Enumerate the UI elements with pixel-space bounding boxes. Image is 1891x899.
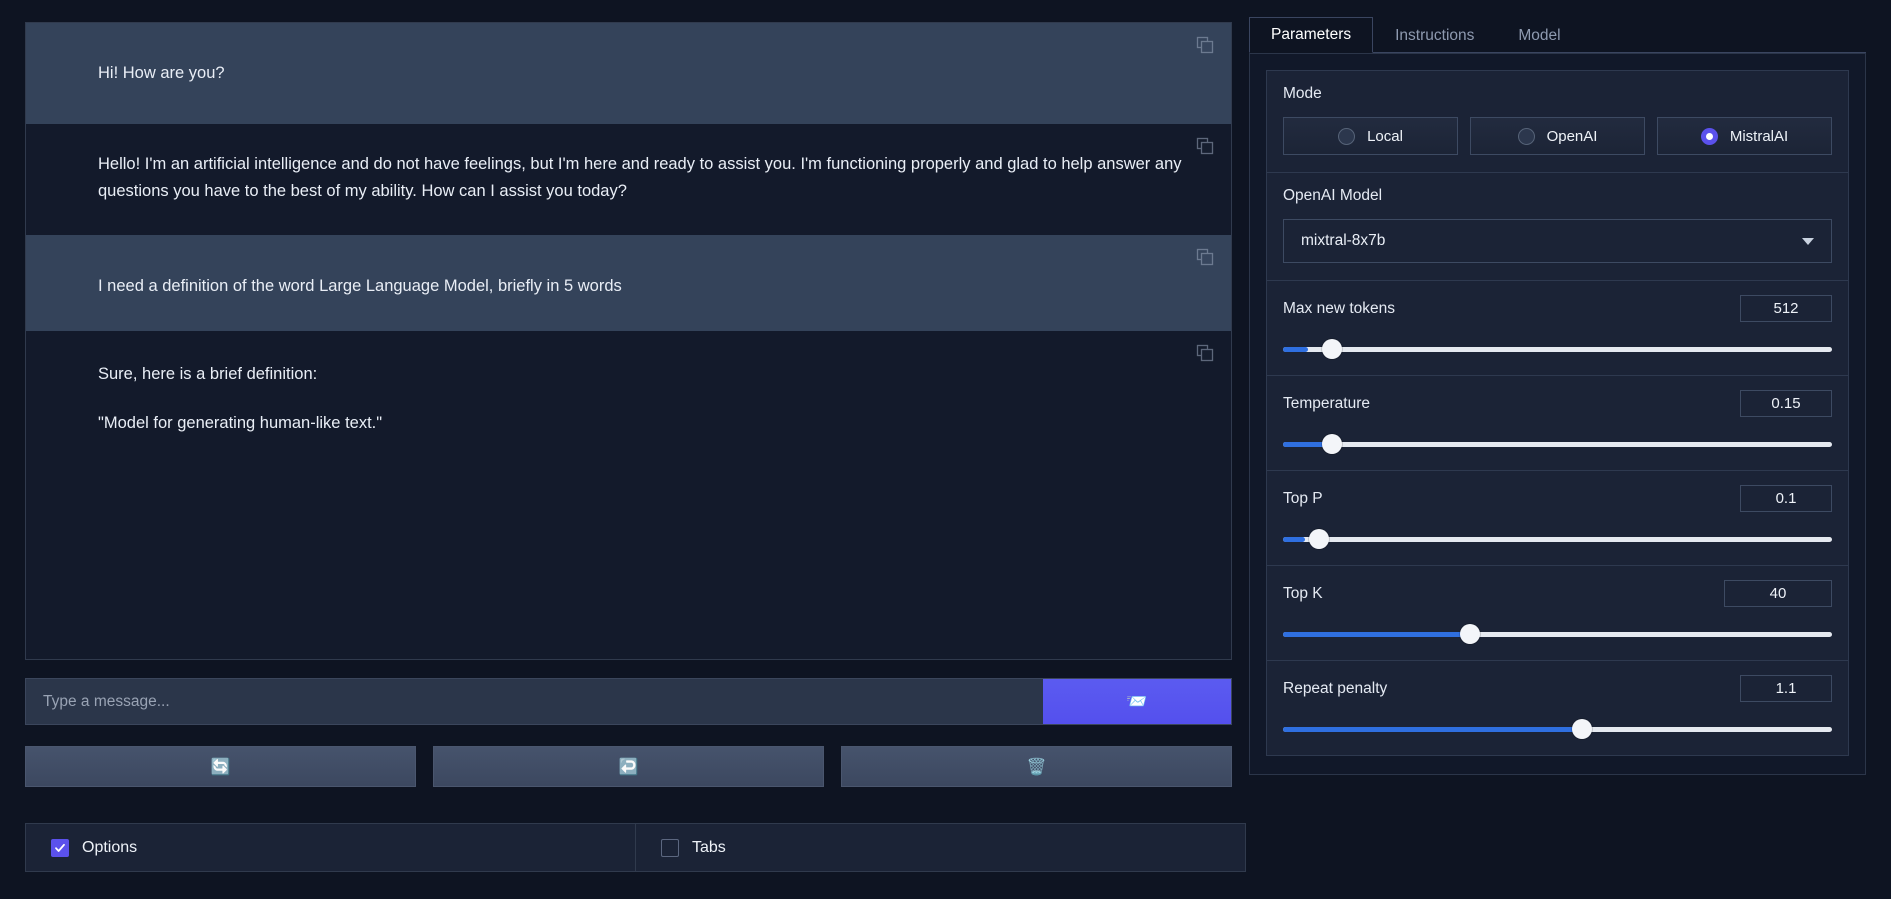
slider-value-input[interactable] [1740, 295, 1832, 322]
settings-tabs: Parameters Instructions Model [1249, 16, 1866, 53]
mode-option-label: OpenAI [1546, 127, 1598, 145]
slider-track[interactable] [1283, 624, 1832, 644]
chat-message-text: I need a definition of the word Large La… [98, 277, 622, 295]
message-input[interactable] [26, 679, 1043, 724]
return-arrow-icon: ↩️ [618, 758, 639, 776]
model-select[interactable]: mixtral-8x7b [1283, 219, 1832, 263]
send-button[interactable]: 📨 [1043, 679, 1231, 724]
slider-handle[interactable] [1308, 529, 1329, 549]
parameters-panel: Mode Local OpenAI MistralAI OpenAI Model… [1249, 53, 1866, 775]
slider-handle[interactable] [1459, 624, 1480, 644]
slider-handle[interactable] [1322, 339, 1343, 359]
options-checkbox[interactable] [51, 838, 69, 857]
chevron-down-icon [1802, 237, 1814, 245]
chat-message-user: Hi! How are you? [26, 23, 1231, 124]
slider-track[interactable] [1283, 529, 1832, 549]
slider-track[interactable] [1283, 719, 1832, 739]
chat-transcript: Hi! How are you? Hello! I'm an artificia… [25, 22, 1232, 660]
radio-icon [1517, 127, 1535, 145]
chat-message-quote: "Model for generating human-like text." [98, 413, 383, 432]
tabs-checkbox-cell[interactable]: Tabs [635, 824, 1245, 871]
undo-button[interactable]: ↩️ [433, 746, 824, 787]
counterclockwise-arrows-icon: 🔄 [210, 758, 231, 776]
settings-column: Parameters Instructions Model Mode Local [1249, 0, 1891, 899]
copy-icon[interactable] [1195, 136, 1215, 156]
slider-label: Max new tokens [1283, 299, 1395, 317]
model-section: OpenAI Model mixtral-8x7b [1267, 172, 1848, 280]
slider-value-input[interactable] [1740, 390, 1832, 417]
slider-track[interactable] [1283, 434, 1832, 454]
slider-label: Top P [1283, 489, 1323, 507]
copy-icon[interactable] [1195, 35, 1215, 55]
chat-message-user: I need a definition of the word Large La… [26, 235, 1231, 331]
slider-temperature: Temperature [1267, 375, 1848, 470]
chat-column: Hi! How are you? Hello! I'm an artificia… [0, 0, 1249, 899]
slider-track[interactable] [1283, 339, 1832, 359]
mode-section: Mode Local OpenAI MistralAI [1267, 71, 1848, 172]
chat-action-row: 🔄 ↩️ 🗑️ [25, 746, 1232, 787]
options-label: Options [82, 838, 138, 856]
options-bar: Options Tabs [25, 823, 1246, 872]
slider-label: Temperature [1283, 394, 1371, 412]
slider-value-input[interactable] [1740, 675, 1832, 702]
mode-option-label: Local [1367, 127, 1403, 145]
slider-top-k: Top K [1267, 565, 1848, 660]
slider-repeat-penalty: Repeat penalty [1267, 660, 1848, 755]
slider-top-p: Top P [1267, 470, 1848, 565]
model-select-value: mixtral-8x7b [1301, 232, 1386, 249]
retry-button[interactable]: 🔄 [25, 746, 416, 787]
parameters-card: Mode Local OpenAI MistralAI OpenAI Model… [1266, 70, 1849, 756]
mode-radio-group: Local OpenAI MistralAI [1283, 117, 1832, 155]
chat-message-assistant: Hello! I'm an artificial intelligence an… [26, 124, 1231, 235]
radio-selected-icon [1700, 127, 1718, 145]
radio-icon [1338, 127, 1356, 145]
slider-value-input[interactable] [1724, 580, 1832, 607]
mode-option-local[interactable]: Local [1283, 117, 1458, 155]
tabs-checkbox[interactable] [661, 838, 679, 857]
message-input-row: 📨 [25, 678, 1232, 725]
slider-value-input[interactable] [1740, 485, 1832, 512]
slider-label: Repeat penalty [1283, 679, 1388, 697]
chat-empty-space [26, 470, 1231, 659]
slider-label: Top K [1283, 584, 1323, 602]
chat-message-assistant: Sure, here is a brief definition: "Model… [26, 331, 1231, 470]
tab-instructions[interactable]: Instructions [1373, 18, 1496, 53]
options-checkbox-cell[interactable]: Options [26, 824, 635, 871]
clear-button[interactable]: 🗑️ [841, 746, 1232, 787]
tab-parameters[interactable]: Parameters [1249, 16, 1374, 53]
chat-message-text: Hello! I'm an artificial intelligence an… [98, 155, 1182, 200]
wastebasket-icon: 🗑️ [1026, 758, 1047, 776]
mode-label: Mode [1283, 85, 1322, 102]
mode-option-label: MistralAI [1729, 127, 1789, 145]
slider-handle[interactable] [1322, 434, 1343, 454]
app-root: Hi! How are you? Hello! I'm an artificia… [0, 0, 1891, 899]
mode-option-mistralai[interactable]: MistralAI [1657, 117, 1832, 155]
slider-handle[interactable] [1572, 719, 1593, 739]
mode-option-openai[interactable]: OpenAI [1470, 117, 1645, 155]
copy-icon[interactable] [1195, 247, 1215, 267]
model-label: OpenAI Model [1283, 187, 1383, 204]
incoming-envelope-icon: 📨 [1126, 691, 1148, 711]
tab-model[interactable]: Model [1496, 18, 1582, 53]
chat-message-text: Sure, here is a brief definition: [98, 365, 318, 383]
chat-message-text: Hi! How are you? [98, 64, 225, 82]
copy-icon[interactable] [1195, 343, 1215, 363]
tabs-label: Tabs [692, 838, 726, 856]
slider-max-new-tokens: Max new tokens [1267, 280, 1848, 375]
